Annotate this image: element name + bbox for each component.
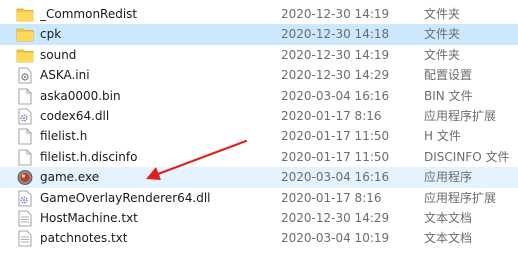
folder-icon	[16, 45, 36, 65]
file-date: 2020-01-17 8:16	[281, 190, 382, 205]
file-date: 2020-01-17 11:50	[281, 149, 390, 164]
text-file-icon	[16, 228, 36, 248]
file-row-commonredist[interactable]: _CommonRedist 2020-12-30 14:19 文件夹	[0, 4, 518, 24]
dll-gear-icon	[16, 188, 36, 208]
file-type: DISCINFO 文件	[424, 149, 510, 164]
file-type: 文本文档	[424, 231, 473, 246]
folder-icon	[16, 4, 36, 24]
file-row-aska0000-bin[interactable]: aska0000.bin 2020-03-04 16:16 BIN 文件	[0, 86, 518, 106]
file-date: 2020-12-30 14:19	[281, 7, 390, 21]
file-type: 文件夹	[424, 47, 461, 62]
file-date: 2020-12-30 14:29	[281, 210, 390, 225]
file-type: 文件夹	[424, 27, 461, 42]
file-name: sound	[40, 47, 77, 62]
file-name: cpk	[40, 27, 62, 42]
file-type: 配置设置	[424, 68, 473, 83]
file-name: game.exe	[40, 170, 100, 185]
file-icon	[16, 147, 36, 167]
text-file-icon	[16, 208, 36, 228]
file-icon	[16, 126, 36, 146]
file-type: 应用程序	[424, 170, 473, 185]
file-list: _CommonRedist 2020-12-30 14:19 文件夹 cpk 2…	[0, 4, 518, 249]
file-name: _CommonRedist	[40, 7, 138, 21]
file-date: 2020-03-04 16:16	[281, 170, 390, 185]
file-date: 2020-12-30 14:18	[281, 27, 390, 42]
file-name: filelist.h.discinfo	[40, 149, 138, 164]
file-date: 2020-12-30 14:19	[281, 47, 390, 62]
file-type: 应用程序扩展	[424, 108, 497, 123]
file-row-cpk[interactable]: cpk 2020-12-30 14:18 文件夹	[0, 24, 518, 45]
file-icon	[16, 86, 36, 106]
file-name: HostMachine.txt	[40, 210, 138, 225]
file-row-sound[interactable]: sound 2020-12-30 14:19 文件夹	[0, 45, 518, 65]
file-name: codex64.dll	[40, 108, 110, 123]
file-row-patchnotes-txt[interactable]: patchnotes.txt 2020-03-04 10:19 文本文档	[0, 228, 518, 248]
ini-settings-icon	[16, 65, 36, 85]
file-name: patchnotes.txt	[40, 231, 128, 246]
file-type: BIN 文件	[424, 88, 473, 103]
file-name: ASKA.ini	[40, 68, 90, 83]
file-type: H 文件	[424, 129, 461, 144]
file-row-codex64-dll[interactable]: codex64.dll 2020-01-17 8:16 应用程序扩展	[0, 106, 518, 126]
file-type: 应用程序扩展	[424, 190, 497, 205]
file-row-filelist-h[interactable]: filelist.h 2020-01-17 11:50 H 文件	[0, 126, 518, 146]
file-date: 2020-01-17 11:50	[281, 129, 390, 144]
file-date: 2020-12-30 14:29	[281, 68, 390, 83]
folder-icon	[16, 24, 36, 44]
file-date: 2020-03-04 16:16	[281, 88, 390, 103]
file-row-gameoverlayrenderer64-dll[interactable]: GameOverlayRenderer64.dll 2020-01-17 8:1…	[0, 188, 518, 208]
file-name: GameOverlayRenderer64.dll	[40, 190, 211, 205]
game-exe-icon	[16, 167, 36, 187]
file-name: aska0000.bin	[40, 88, 121, 103]
file-date: 2020-01-17 8:16	[281, 108, 382, 123]
dll-gear-icon	[16, 106, 36, 126]
file-type: 文件夹	[424, 7, 461, 21]
file-row-hostmachine-txt[interactable]: HostMachine.txt 2020-12-30 14:29 文本文档	[0, 208, 518, 228]
file-row-game-exe[interactable]: game.exe 2020-03-04 16:16 应用程序	[0, 167, 518, 188]
file-date: 2020-03-04 10:19	[281, 231, 390, 246]
file-row-aska-ini[interactable]: ASKA.ini 2020-12-30 14:29 配置设置	[0, 65, 518, 85]
file-name: filelist.h	[40, 129, 88, 144]
file-row-filelist-h-discinfo[interactable]: filelist.h.discinfo 2020-01-17 11:50 DIS…	[0, 147, 518, 167]
file-type: 文本文档	[424, 210, 473, 225]
